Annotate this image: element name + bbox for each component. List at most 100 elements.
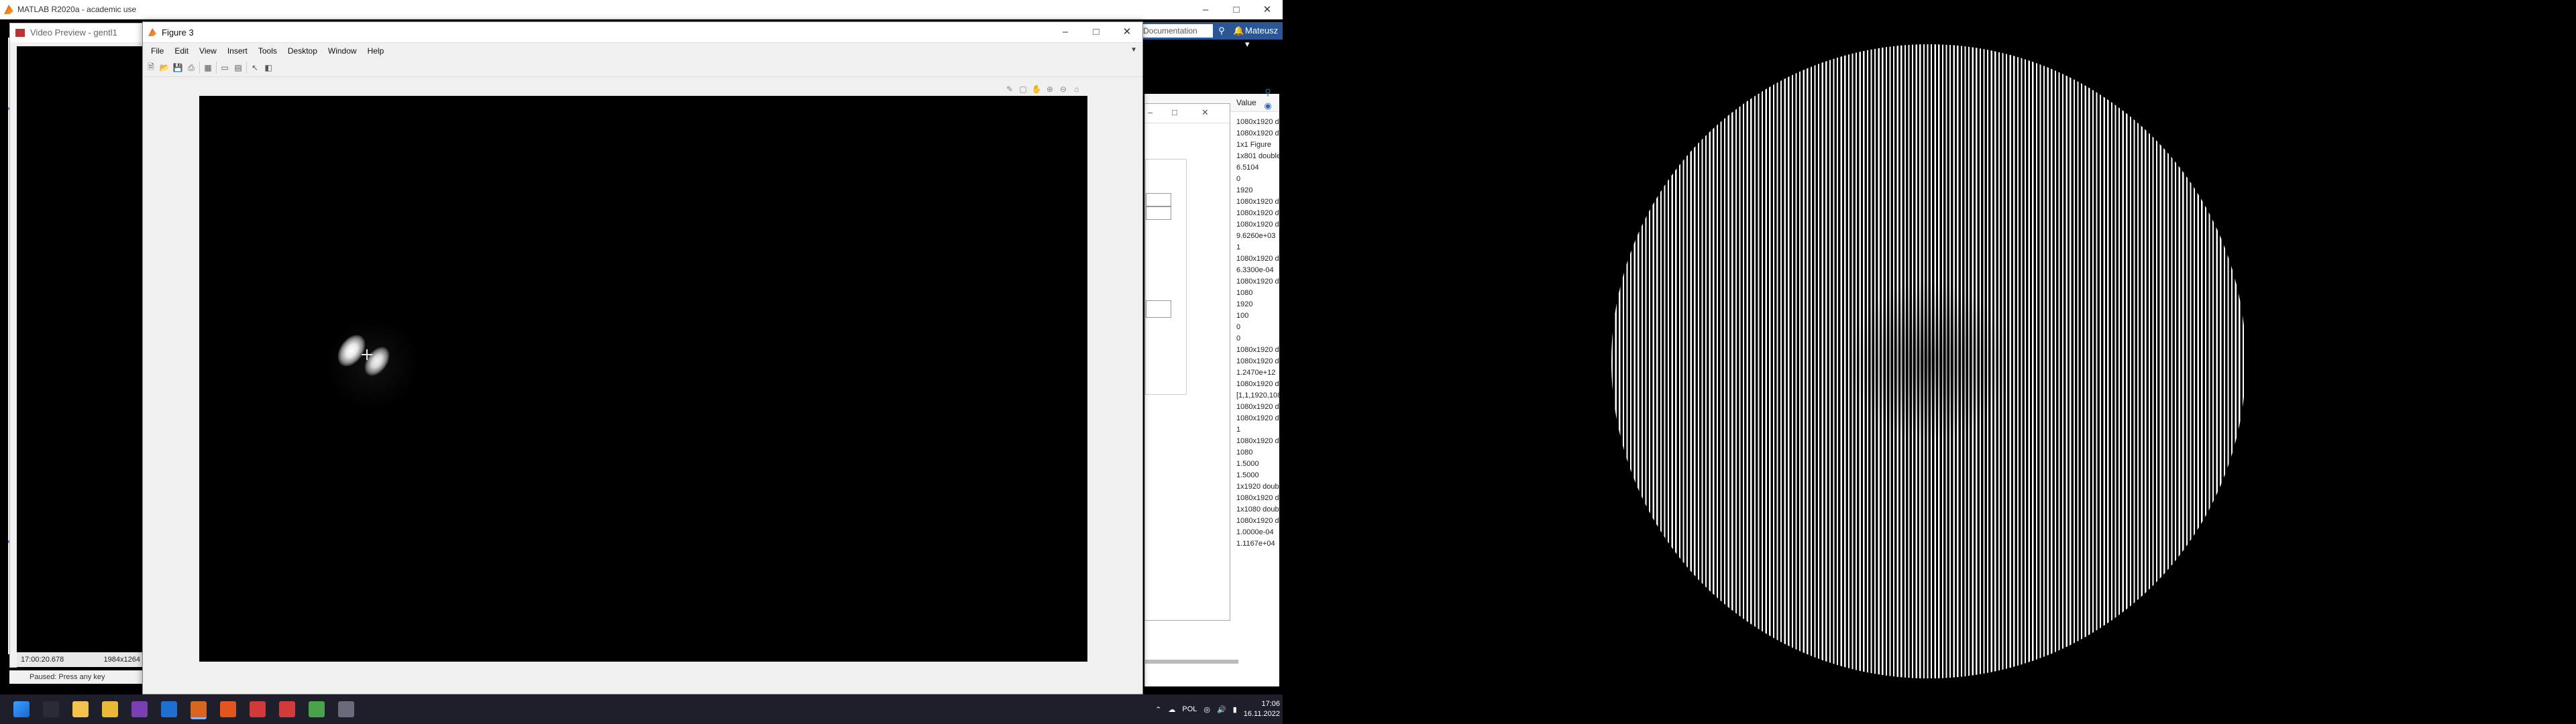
workspace-value[interactable]: 1080x1920 double — [1236, 379, 1279, 390]
workspace-value[interactable]: 1x1080 double — [1236, 504, 1279, 516]
workspace-value[interactable]: 1080x1920 double — [1236, 345, 1279, 356]
insert-colorbar-icon[interactable]: ▭ — [219, 62, 230, 73]
menu-help[interactable]: Help — [362, 46, 390, 56]
menu-desktop[interactable]: Desktop — [282, 46, 323, 56]
workspace-value[interactable]: 1.1167e+04 — [1236, 538, 1279, 550]
brave-browser-icon[interactable] — [220, 701, 236, 717]
link-plot-icon[interactable]: ▦ — [203, 62, 213, 73]
minimize-icon[interactable]: – — [1148, 107, 1152, 117]
notes-icon[interactable] — [72, 701, 89, 717]
workspace-value[interactable]: 1080x1920 double — [1236, 413, 1279, 424]
documentation-search-input[interactable]: Documentation — [1140, 24, 1213, 38]
language-indicator[interactable]: POL — [1182, 705, 1197, 713]
datatip-icon[interactable]: ▢ — [1018, 84, 1028, 95]
workspace-value[interactable]: 1080x1920 double — [1236, 196, 1279, 208]
terminal-icon[interactable] — [43, 701, 59, 717]
options-icon[interactable]: ◉ — [1263, 101, 1273, 111]
home-icon[interactable]: ⌂ — [1071, 84, 1082, 95]
workspace-value[interactable]: 1 — [1236, 424, 1279, 436]
search-icon[interactable]: ⚲ — [1214, 24, 1229, 38]
workspace-value[interactable]: 6.5104 — [1236, 162, 1279, 174]
workspace-value[interactable]: 1080x1920 double — [1236, 356, 1279, 367]
battery-icon[interactable]: ▮ — [1233, 705, 1237, 714]
workspace-value[interactable]: 1x1920 double — [1236, 481, 1279, 493]
edit-plot-icon[interactable]: ↖ — [250, 62, 260, 73]
insert-legend-icon[interactable]: ▤ — [233, 62, 244, 73]
menu-view[interactable]: View — [194, 46, 222, 56]
mendeley-icon[interactable] — [250, 701, 266, 717]
workspace-value[interactable]: 1080x1920 double — [1236, 493, 1279, 504]
wifi-icon[interactable]: ◎ — [1203, 705, 1210, 714]
workspace-value[interactable]: 1920 — [1236, 299, 1279, 310]
workspace-value[interactable]: 1080x1920 double — [1236, 219, 1279, 231]
workspace-value[interactable]: 100 — [1236, 310, 1279, 322]
figure-close-button[interactable]: ✕ — [1112, 22, 1142, 41]
chevron-up-icon[interactable]: ⌃ — [1155, 705, 1161, 714]
snipping-tool-icon[interactable] — [338, 701, 354, 717]
workspace-value[interactable]: [1,1,1920,1080] — [1236, 390, 1279, 402]
workspace-value[interactable]: 1080x1920 double — [1236, 253, 1279, 265]
figure-axes-image[interactable] — [199, 96, 1087, 662]
dialog-field[interactable] — [1146, 300, 1171, 318]
chevron-down-icon[interactable]: ▼ — [1130, 46, 1137, 54]
matlab-maximize-button[interactable]: □ — [1221, 0, 1252, 19]
print-icon[interactable]: ⎙ — [186, 62, 197, 73]
workspace-value[interactable]: 0 — [1236, 333, 1279, 345]
workspace-value[interactable]: 1x1 Figure — [1236, 139, 1279, 151]
workspace-value[interactable]: 9.6260e+03 — [1236, 231, 1279, 242]
dialog-field[interactable] — [1146, 193, 1171, 206]
maximize-icon[interactable]: □ — [1172, 107, 1177, 117]
chrome-icon[interactable] — [309, 701, 325, 717]
menu-edit[interactable]: Edit — [169, 46, 194, 56]
workspace-value[interactable]: 0 — [1236, 322, 1279, 333]
menu-file[interactable]: File — [146, 46, 169, 56]
clock[interactable]: 17:06 16.11.2022 — [1244, 699, 1280, 719]
workspace-value-list[interactable]: 1080x1920 double1080x1920 double1x1 Figu… — [1236, 117, 1279, 550]
file-explorer-icon[interactable] — [102, 701, 118, 717]
user-menu-button[interactable]: Mateusz ▾ — [1245, 24, 1283, 51]
dialog-field[interactable] — [1146, 206, 1171, 220]
workspace-value[interactable]: 1.5000 — [1236, 470, 1279, 481]
open-file-icon[interactable]: 📂 — [159, 62, 170, 73]
workspace-value[interactable]: 6.3300e-04 — [1236, 265, 1279, 276]
volume-icon[interactable]: 🔊 — [1217, 705, 1226, 714]
notification-bell-icon[interactable]: 🔔 — [1233, 24, 1244, 38]
zoom-out-icon[interactable]: ⊖ — [1058, 84, 1069, 95]
save-icon[interactable]: 💾 — [172, 62, 183, 73]
close-icon[interactable]: ✕ — [1201, 107, 1209, 118]
gmail-icon[interactable] — [279, 701, 295, 717]
menu-insert[interactable]: Insert — [222, 46, 253, 56]
workspace-value[interactable]: 1080x1920 double — [1236, 128, 1279, 139]
workspace-value[interactable]: 1.5000 — [1236, 459, 1279, 470]
menu-window[interactable]: Window — [323, 46, 362, 56]
word-icon[interactable] — [161, 701, 177, 717]
matlab-taskbar-icon[interactable] — [191, 701, 207, 719]
workspace-value[interactable]: 1.2470e+12 — [1236, 367, 1279, 379]
workspace-value[interactable]: 1 — [1236, 242, 1279, 253]
matlab-minimize-button[interactable]: – — [1190, 0, 1221, 19]
pan-icon[interactable]: ✋ — [1031, 84, 1042, 95]
workspace-value[interactable]: 1920 — [1236, 185, 1279, 196]
cloud-icon[interactable]: ☁ — [1168, 705, 1175, 714]
workspace-value[interactable]: 1080x1920 double — [1236, 436, 1279, 447]
figure-maximize-button[interactable]: □ — [1081, 22, 1112, 41]
workspace-value[interactable]: 1.0000e-04 — [1236, 527, 1279, 538]
workspace-value[interactable]: 1080x1920 double — [1236, 276, 1279, 288]
figure-minimize-button[interactable]: – — [1050, 22, 1081, 41]
workspace-value[interactable]: 1x801 double — [1236, 151, 1279, 162]
workspace-value[interactable]: 1080x1920 double — [1236, 402, 1279, 413]
workspace-value[interactable]: 0 — [1236, 174, 1279, 185]
new-figure-icon[interactable]: 🗎 — [146, 62, 156, 73]
zoom-in-icon[interactable]: ⊕ — [1044, 84, 1055, 95]
onenote-icon[interactable] — [131, 701, 148, 717]
workspace-value[interactable]: 1080x1920 double — [1236, 516, 1279, 527]
brush-icon[interactable]: ✎ — [1004, 84, 1015, 95]
workspace-value[interactable]: 1080x1920 double — [1236, 208, 1279, 219]
horizontal-scrollbar[interactable] — [1144, 660, 1238, 664]
plot-tools-icon[interactable]: ◧ — [263, 62, 274, 73]
workspace-value[interactable]: 1080 — [1236, 447, 1279, 459]
matlab-close-button[interactable]: ✕ — [1252, 0, 1283, 19]
search-icon[interactable]: ⚲ — [1263, 87, 1273, 98]
workspace-value[interactable]: 1080 — [1236, 288, 1279, 299]
menu-tools[interactable]: Tools — [253, 46, 282, 56]
